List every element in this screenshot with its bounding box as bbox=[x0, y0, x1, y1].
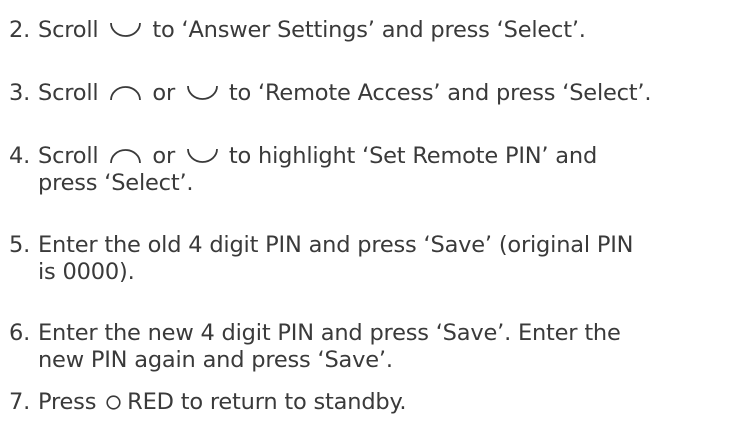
step-text-part: or bbox=[152, 80, 176, 106]
scroll-down-icon bbox=[187, 148, 218, 163]
step-text: Enter the old 4 digit PIN and press ‘Sav… bbox=[38, 232, 737, 286]
step-number: 5. bbox=[9, 232, 31, 258]
step-7: 7. Press RED to return to standby. bbox=[9, 389, 737, 416]
step-text-line: is 0000). bbox=[38, 259, 135, 285]
step-text: Scroll or to ‘Remote Access’ and press ‘… bbox=[38, 80, 737, 107]
step-text-line: new PIN again and press ‘Save’. bbox=[38, 347, 393, 373]
scroll-down-icon bbox=[187, 85, 218, 100]
step-6: 6. Enter the new 4 digit PIN and press ‘… bbox=[9, 320, 737, 374]
step-text-part: to ‘Answer Settings’ and press ‘Select’. bbox=[152, 17, 586, 43]
step-number: 3. bbox=[9, 80, 31, 106]
step-4: 4. Scroll or to highlight ‘Set Remote PI… bbox=[9, 143, 737, 197]
step-text-line: press ‘Select’. bbox=[38, 170, 194, 196]
step-number: 4. bbox=[9, 143, 31, 169]
step-text: Enter the new 4 digit PIN and press ‘Sav… bbox=[38, 320, 737, 374]
red-circle-icon bbox=[106, 395, 121, 410]
step-text-part: Press bbox=[38, 389, 97, 415]
step-2: 2. Scroll to ‘Answer Settings’ and press… bbox=[9, 17, 737, 44]
scroll-up-icon bbox=[110, 86, 142, 101]
step-text: Scroll to ‘Answer Settings’ and press ‘S… bbox=[38, 17, 737, 44]
step-text-line: Enter the new 4 digit PIN and press ‘Sav… bbox=[38, 320, 621, 346]
step-number: 2. bbox=[9, 17, 31, 43]
scroll-up-icon bbox=[110, 149, 142, 164]
scroll-down-icon bbox=[110, 22, 142, 37]
step-text-part: Scroll bbox=[38, 143, 99, 169]
step-text-part: to highlight ‘Set Remote PIN’ and bbox=[228, 143, 598, 169]
step-number: 6. bbox=[9, 320, 31, 346]
step-text-part: Scroll bbox=[38, 17, 99, 43]
step-text-part: RED to return to standby. bbox=[127, 389, 407, 415]
step-3: 3. Scroll or to ‘Remote Access’ and pres… bbox=[9, 80, 737, 107]
step-5: 5. Enter the old 4 digit PIN and press ‘… bbox=[9, 232, 737, 286]
step-text-part: or bbox=[152, 143, 176, 169]
step-text-part: to ‘Remote Access’ and press ‘Select’. bbox=[228, 80, 652, 106]
step-text-line: Enter the old 4 digit PIN and press ‘Sav… bbox=[38, 232, 634, 258]
step-number: 7. bbox=[9, 389, 31, 415]
step-text-part: Scroll bbox=[38, 80, 99, 106]
step-text: Scroll or to highlight ‘Set Remote PIN’ … bbox=[38, 143, 737, 197]
step-text: Press RED to return to standby. bbox=[38, 389, 737, 416]
